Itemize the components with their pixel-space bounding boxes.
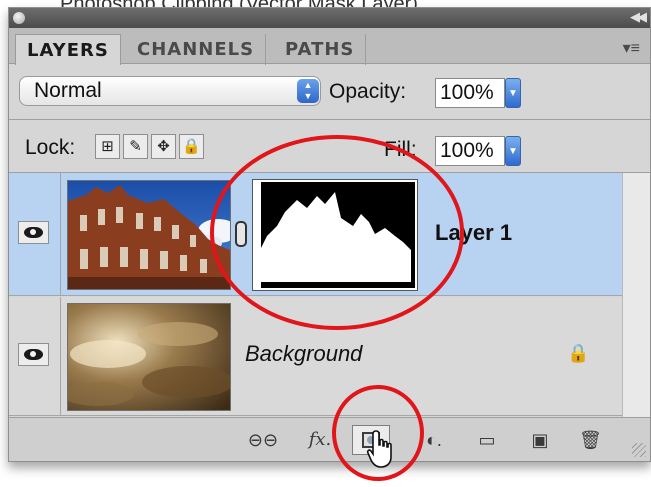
- blend-mode-value: Normal: [34, 79, 102, 102]
- building-image: [68, 181, 230, 289]
- layers-scrollbar[interactable]: [622, 173, 650, 417]
- visibility-cell: [9, 297, 61, 415]
- layer-name[interactable]: Background: [245, 341, 362, 367]
- chain-link-icon[interactable]: [235, 221, 247, 247]
- opacity-label: Opacity:: [329, 80, 407, 103]
- adjustment-icon[interactable]: ◐.: [419, 427, 449, 453]
- layers-panel: ◀◀ LAYERS CHANNELS PATHS ▾≡ Normal ▲ ▼ Op…: [8, 7, 651, 462]
- lock-label: Lock:: [25, 136, 76, 159]
- lock-position-icon[interactable]: ✥: [151, 134, 176, 159]
- eye-icon[interactable]: [18, 221, 49, 244]
- lock-pixels-icon[interactable]: ✎: [123, 134, 148, 159]
- tab-channels[interactable]: CHANNELS: [126, 34, 267, 65]
- visibility-cell: [9, 173, 61, 295]
- panel-tabs: LAYERS CHANNELS PATHS ▾≡: [9, 28, 650, 65]
- eye-icon[interactable]: [18, 343, 49, 366]
- divider: [9, 119, 650, 120]
- layer-row-layer-1[interactable]: Layer 1: [9, 173, 622, 296]
- collapse-icon[interactable]: ◀◀: [630, 9, 647, 25]
- new-layer-icon[interactable]: ▣: [529, 427, 551, 453]
- layer-row-background[interactable]: Background 🔒: [9, 297, 622, 416]
- fill-label: Fill:: [384, 138, 417, 161]
- lock-row: Lock: ⊞ ✎ ✥ 🔒 Fill: 100% ▼: [9, 121, 650, 173]
- layer-thumbnail[interactable]: [67, 180, 231, 290]
- layer-mask-thumbnail[interactable]: [252, 179, 418, 291]
- fx-icon[interactable]: fx.: [303, 427, 337, 453]
- lock-all-icon[interactable]: 🔒: [179, 134, 204, 159]
- panel-titlebar[interactable]: ◀◀: [9, 8, 650, 28]
- fill-dropdown-icon[interactable]: ▼: [505, 136, 521, 166]
- folder-icon[interactable]: ▭: [475, 427, 499, 453]
- mask-image: [255, 182, 415, 288]
- opacity-dropdown-icon[interactable]: ▼: [505, 78, 521, 108]
- layers-list: Layer 1 Background 🔒: [9, 173, 650, 417]
- panel-menu-icon[interactable]: ▾≡: [623, 38, 640, 58]
- lock-icon: 🔒: [567, 343, 590, 363]
- layer-name[interactable]: Layer 1: [435, 220, 512, 246]
- fill-field[interactable]: 100%: [435, 136, 505, 166]
- clouds-image: [68, 304, 230, 410]
- lock-transparency-icon[interactable]: ⊞: [95, 134, 120, 159]
- blend-mode-select[interactable]: Normal ▲ ▼: [19, 76, 321, 106]
- resize-grip-icon[interactable]: [632, 443, 646, 457]
- layer-thumbnail[interactable]: [67, 303, 231, 411]
- stepper-icon[interactable]: ▲ ▼: [297, 79, 319, 103]
- blend-row: Normal ▲ ▼ Opacity: 100% ▼: [9, 65, 650, 118]
- tab-paths[interactable]: PATHS: [274, 34, 367, 65]
- trash-icon[interactable]: 🗑: [579, 427, 602, 453]
- tab-layers[interactable]: LAYERS: [15, 34, 121, 65]
- hand-cursor-icon: [366, 430, 392, 468]
- panel-footer: ⊖⊖ fx. ◐. ▭ ▣ 🗑: [9, 417, 650, 461]
- link-icon[interactable]: ⊖⊖: [247, 427, 279, 453]
- close-icon[interactable]: [13, 12, 25, 24]
- opacity-field[interactable]: 100%: [435, 78, 505, 108]
